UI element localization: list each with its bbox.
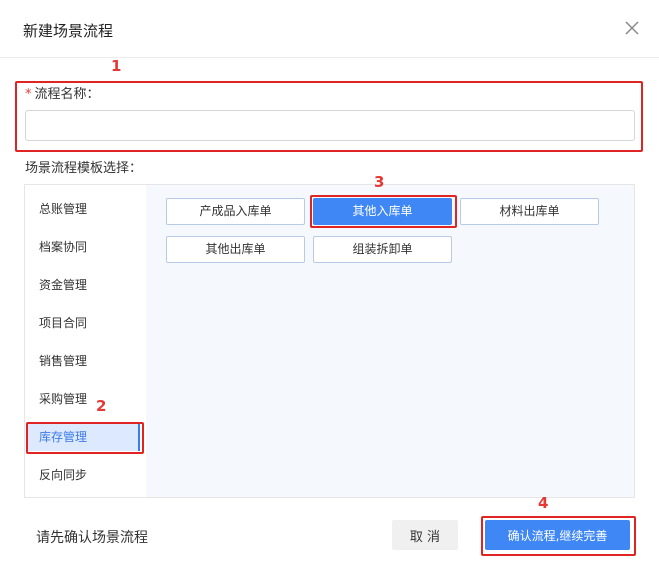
flow-name-label-text: 流程名称： <box>34 87 100 102</box>
cancel-button[interactable]: 取 消 <box>392 520 458 550</box>
annotation-marker-1: 1 <box>111 57 122 75</box>
sidebar-item-project-contract[interactable]: 项目合同 <box>27 309 140 337</box>
confirm-flow-button[interactable]: 确认流程,继续完善 <box>485 520 630 550</box>
template-finished-goods-receipt[interactable]: 产成品入库单 <box>166 198 305 225</box>
sidebar-item-archive-collab[interactable]: 档案协同 <box>27 233 140 261</box>
flow-name-label: * 流程名称： <box>25 83 100 102</box>
footer-message: 请先确认场景流程 <box>36 530 148 546</box>
new-scene-flow-dialog: 新建场景流程 1 * 流程名称： 场景流程模板选择： 总账管理 档案协同 资金管理… <box>0 0 659 565</box>
sidebar-item-reverse-sync[interactable]: 反向同步 <box>27 461 140 489</box>
sidebar-item-sales-management[interactable]: 销售管理 <box>27 347 140 375</box>
flow-name-input[interactable] <box>25 110 635 141</box>
template-panel: 总账管理 档案协同 资金管理 项目合同 销售管理 采购管理 库存管理 反向同步 <box>24 184 635 498</box>
template-select-label: 场景流程模板选择： <box>25 161 143 176</box>
dialog-header: 新建场景流程 <box>0 0 659 58</box>
template-assembly-disassembly[interactable]: 组装拆卸单 <box>313 236 452 263</box>
close-icon[interactable] <box>622 18 642 38</box>
sidebar-item-purchase-management[interactable]: 采购管理 <box>27 385 140 413</box>
template-other-issue[interactable]: 其他出库单 <box>166 236 305 263</box>
annotation-marker-3: 3 <box>374 173 385 191</box>
template-other-receipt[interactable]: 其他入库单 <box>313 198 452 225</box>
sidebar-item-fund-management[interactable]: 资金管理 <box>27 271 140 299</box>
annotation-marker-2: 2 <box>96 397 107 415</box>
template-chip-area <box>146 185 634 497</box>
annotation-marker-4: 4 <box>538 494 549 512</box>
required-mark: * <box>25 87 32 102</box>
dialog-title: 新建场景流程 <box>23 22 114 40</box>
category-sidebar: 总账管理 档案协同 资金管理 项目合同 销售管理 采购管理 库存管理 反向同步 <box>25 185 146 497</box>
sidebar-item-inventory-management[interactable]: 库存管理 <box>27 423 140 451</box>
sidebar-item-general-ledger[interactable]: 总账管理 <box>27 195 140 223</box>
template-material-issue[interactable]: 材料出库单 <box>460 198 599 225</box>
